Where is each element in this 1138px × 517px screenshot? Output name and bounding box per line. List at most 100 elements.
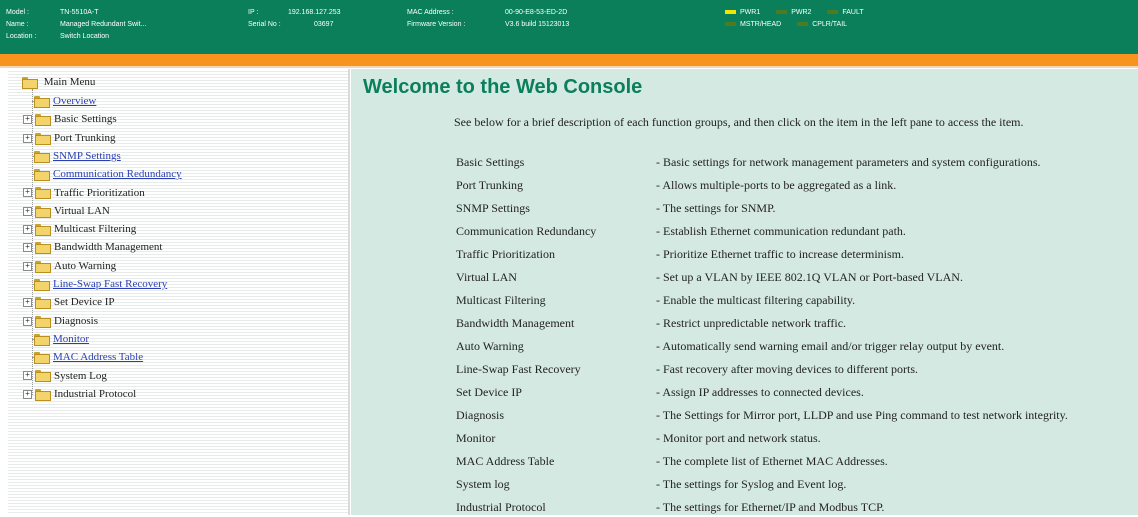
folder-icon: [34, 352, 50, 365]
expand-plus-icon[interactable]: +: [23, 243, 32, 253]
pwr2-indicator: PWR2: [776, 9, 811, 16]
function-description: - Basic settings for network management …: [656, 155, 1041, 169]
function-name: SNMP Settings: [456, 201, 530, 215]
expand-plus-icon[interactable]: +: [23, 206, 32, 216]
function-name: Diagnosis: [456, 408, 504, 422]
menu-item-port-trunking[interactable]: + Port Trunking: [23, 130, 115, 146]
menu-item-traffic-prioritization[interactable]: + Traffic Prioritization: [23, 185, 145, 201]
function-name: Traffic Prioritization: [456, 247, 555, 261]
fault-led-icon: [827, 10, 839, 15]
header-accent-bar: [0, 54, 1138, 66]
folder-icon: [34, 169, 50, 182]
function-name: Auto Warning: [456, 339, 524, 353]
menu-item-label[interactable]: Overview: [53, 95, 96, 107]
function-description: - The settings for Ethernet/IP and Modbu…: [656, 500, 885, 514]
main-menu-root[interactable]: Main Menu: [22, 75, 95, 89]
folder-icon: [35, 114, 51, 127]
menu-item-label[interactable]: MAC Address Table: [53, 351, 143, 363]
folder-icon: [35, 132, 51, 145]
function-name: MAC Address Table: [456, 454, 555, 468]
fault-indicator: FAULT: [827, 9, 864, 16]
function-name: Bandwidth Management: [456, 316, 575, 330]
folder-icon: [34, 278, 50, 291]
menu-item-virtual-lan[interactable]: + Virtual LAN: [23, 203, 110, 219]
main-menu-tree: Main Menu Overview + Basic Settings + Port T…: [8, 69, 350, 515]
menu-item-system-log[interactable]: + System Log: [23, 368, 107, 384]
cplr-label: CPLR/TAIL: [812, 21, 848, 28]
menu-item-label: Multicast Filtering: [54, 223, 137, 236]
folder-icon: [35, 260, 51, 273]
function-name: Port Trunking: [456, 178, 524, 192]
menu-item-basic-settings[interactable]: + Basic Settings: [23, 111, 117, 127]
menu-item-mac-address-table[interactable]: MAC Address Table: [32, 349, 143, 365]
function-description: - Prioritize Ethernet traffic to increas…: [656, 247, 905, 261]
menu-item-multicast-filtering[interactable]: + Multicast Filtering: [23, 221, 136, 237]
expand-plus-icon[interactable]: +: [23, 115, 32, 125]
folder-icon: [35, 187, 51, 200]
menu-item-line-swap-fast-recovery[interactable]: Line-Swap Fast Recovery: [32, 276, 167, 292]
menu-item-auto-warning[interactable]: + Auto Warning: [23, 258, 116, 274]
menu-item-label[interactable]: SNMP Settings: [53, 150, 121, 162]
menu-item-label[interactable]: Monitor: [53, 333, 89, 345]
menu-item-set-device-ip[interactable]: + Set Device IP: [23, 294, 114, 310]
function-description: - Assign IP addresses to connected devic…: [656, 385, 864, 399]
folder-icon: [35, 205, 51, 218]
menu-item-monitor[interactable]: Monitor: [32, 331, 89, 347]
pwr1-led-icon: [725, 10, 736, 15]
function-name: Basic Settings: [456, 155, 525, 169]
function-name: Set Device IP: [456, 385, 522, 399]
menu-item-label[interactable]: Communication Redundancy: [53, 168, 182, 180]
name-label: Name :: [6, 21, 29, 28]
function-name: System log: [456, 477, 510, 491]
expand-plus-icon[interactable]: +: [23, 261, 32, 271]
mstr-label: MSTR/HEAD: [740, 21, 782, 28]
folder-icon: [34, 150, 50, 163]
menu-item-label: Industrial Protocol: [54, 387, 137, 400]
folder-icon: [35, 315, 51, 328]
menu-item-label: Port Trunking: [54, 131, 116, 144]
menu-item-label: Diagnosis: [54, 314, 98, 327]
menu-item-overview[interactable]: Overview: [32, 93, 96, 109]
function-description: - Enable the multicast filtering capabil…: [656, 293, 856, 307]
folder-icon: [34, 333, 50, 346]
mstr-led-icon: [725, 22, 736, 27]
function-name: Communication Redundancy: [456, 224, 597, 238]
menu-item-label: Traffic Prioritization: [54, 186, 145, 199]
function-description: - Set up a VLAN by IEEE 802.1Q VLAN or P…: [656, 270, 963, 284]
menu-item-label[interactable]: Line-Swap Fast Recovery: [53, 278, 167, 290]
menu-item-bandwidth-management[interactable]: + Bandwidth Management: [23, 239, 162, 255]
expand-plus-icon[interactable]: +: [23, 371, 32, 381]
name-value: Managed Redundant Swit...: [60, 21, 147, 28]
location-value: Switch Location: [60, 33, 110, 40]
menu-item-label: Auto Warning: [54, 259, 117, 272]
expand-plus-icon[interactable]: +: [23, 225, 32, 235]
folder-icon: [35, 297, 51, 310]
model-value: TN-5510A-T: [60, 9, 99, 16]
folder-icon: [35, 388, 51, 401]
function-name: Line-Swap Fast Recovery: [456, 362, 581, 376]
pwr1-indicator: PWR1: [725, 9, 760, 16]
ip-value: 192.168.127.253: [288, 9, 341, 16]
menu-item-diagnosis[interactable]: + Diagnosis: [23, 313, 98, 329]
folder-icon: [35, 224, 51, 237]
led-row-power: PWR1 PWR2 FAULT: [725, 8, 878, 18]
function-description: - The Settings for Mirror port, LLDP and…: [656, 408, 1068, 422]
function-name: Multicast Filtering: [456, 293, 546, 307]
mac-value: 00-90-E8-53-ED-2D: [505, 9, 568, 16]
expand-plus-icon[interactable]: +: [23, 389, 32, 399]
cplr-indicator: CPLR/TAIL: [797, 21, 847, 28]
ip-label: IP :: [248, 9, 259, 16]
menu-item-snmp-settings[interactable]: SNMP Settings: [32, 148, 121, 164]
device-info-header: Model : TN-5510A-T Name : Managed Redund…: [0, 0, 1138, 54]
expand-plus-icon[interactable]: +: [23, 316, 32, 326]
function-description: - Restrict unpredictable network traffic…: [656, 316, 847, 330]
menu-item-industrial-protocol[interactable]: + Industrial Protocol: [23, 386, 136, 402]
expand-plus-icon[interactable]: +: [23, 298, 32, 308]
expand-plus-icon[interactable]: +: [23, 133, 32, 143]
content-pane: Welcome to the Web Console See below for…: [351, 69, 1138, 515]
expand-plus-icon[interactable]: +: [23, 188, 32, 198]
page-title: Welcome to the Web Console: [363, 76, 643, 98]
menu-item-communication-redundancy[interactable]: Communication Redundancy: [32, 166, 182, 182]
open-folder-icon: [22, 76, 38, 89]
model-label: Model :: [6, 9, 29, 16]
